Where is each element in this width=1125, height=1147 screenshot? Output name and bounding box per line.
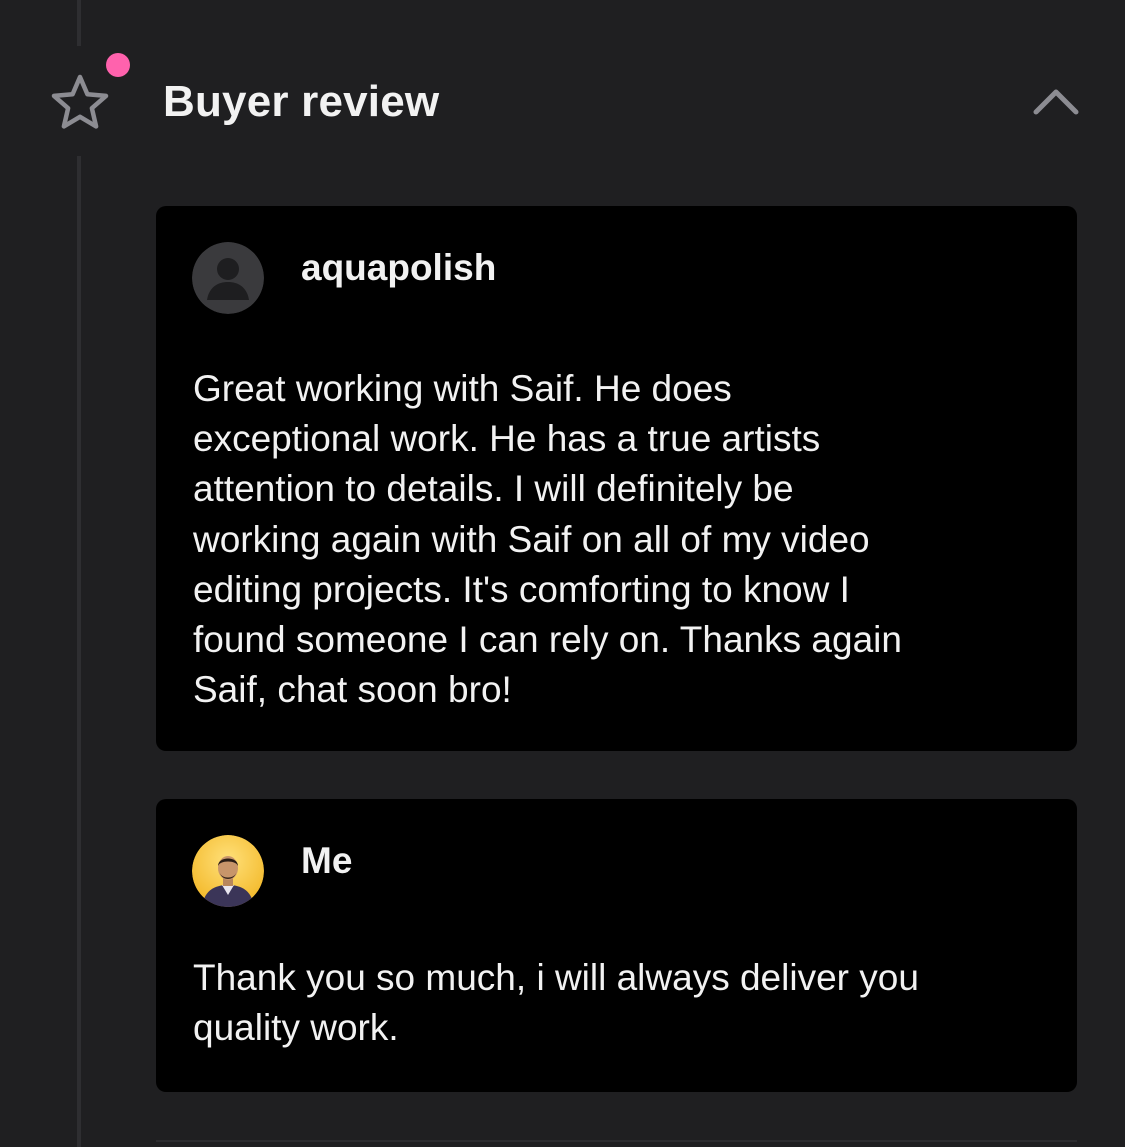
seller-avatar[interactable] — [192, 835, 264, 907]
collapse-button[interactable] — [1030, 80, 1082, 124]
seller-name[interactable]: Me — [301, 839, 352, 883]
bottom-divider — [156, 1140, 1077, 1142]
notification-dot — [106, 53, 130, 77]
chevron-up-icon — [1033, 89, 1079, 115]
review-text: Great working with Saif. He does excepti… — [193, 368, 902, 711]
reply-card: Me Thank you so much, i will always deli… — [156, 799, 1077, 1092]
section-title: Buyer review — [163, 77, 440, 126]
star-icon — [51, 74, 109, 129]
timeline-line-top — [77, 0, 81, 46]
reply-text: Thank you so much, i will always deliver… — [193, 957, 919, 1049]
reviewer-name[interactable]: aquapolish — [301, 246, 496, 290]
timeline-line-bottom — [77, 156, 81, 1147]
review-card: aquapolish Great working with Saif. He d… — [156, 206, 1077, 751]
profile-photo — [192, 835, 264, 907]
reviewer-avatar[interactable] — [192, 242, 264, 314]
default-avatar-icon — [192, 242, 264, 314]
